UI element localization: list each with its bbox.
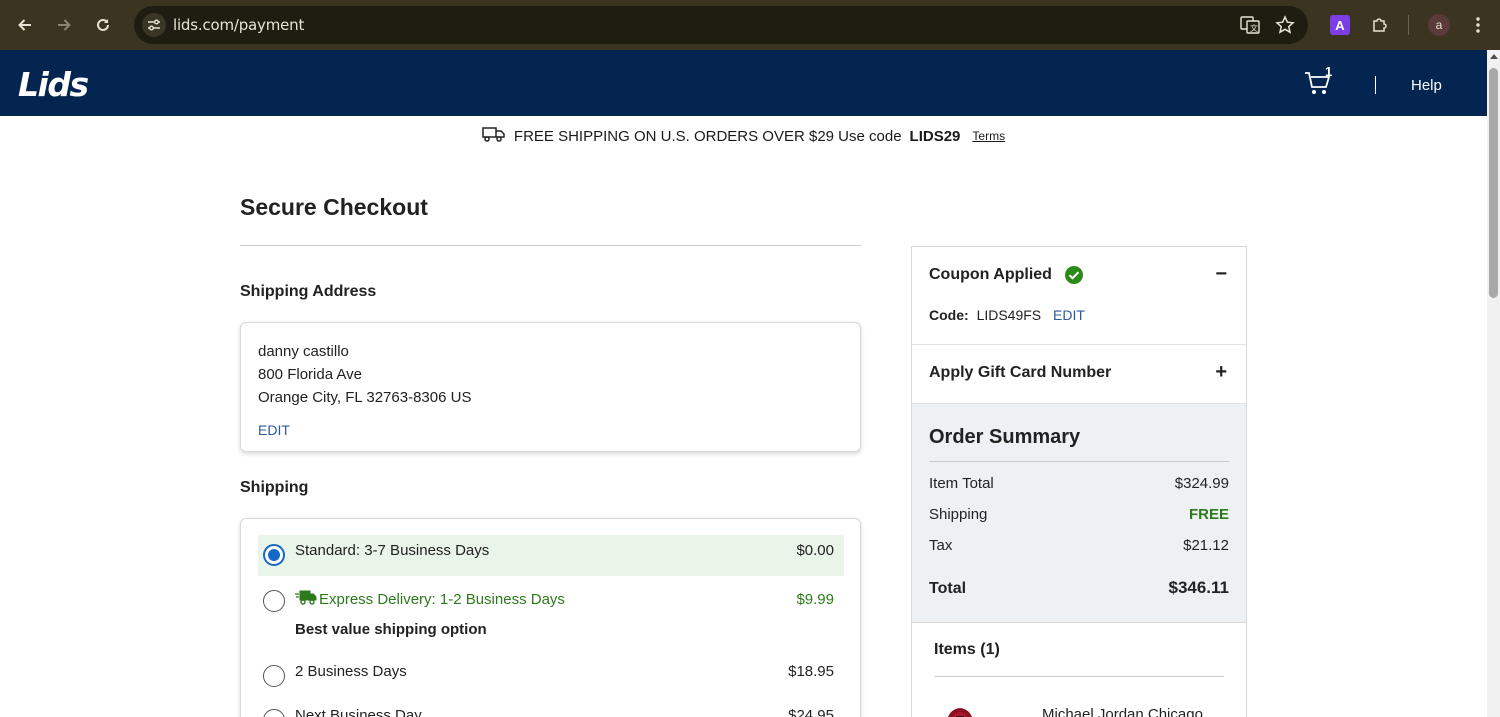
header-divider xyxy=(1375,76,1376,94)
promo-text: FREE SHIPPING ON U.S. ORDERS OVER $29 Us… xyxy=(513,127,902,145)
order-summary-title: Order Summary xyxy=(929,426,1081,448)
shipping-heading: Shipping xyxy=(240,479,309,496)
edit-coupon-link[interactable]: EDIT xyxy=(1053,307,1085,323)
product-thumbnail[interactable] xyxy=(942,705,978,717)
tax-row: Tax $21.12 xyxy=(929,537,1229,554)
collapse-coupon-button[interactable]: − xyxy=(1215,263,1227,286)
shipping-option-nextday[interactable]: Next Business Day $24.95 xyxy=(258,701,844,717)
site-settings-icon[interactable] xyxy=(142,13,166,37)
url-text[interactable]: lids.com/payment xyxy=(173,16,304,34)
best-value-note: Best value shipping option xyxy=(295,621,487,638)
item-total-row: Item Total $324.99 xyxy=(929,475,1229,492)
expand-gift-card-button[interactable]: + xyxy=(1215,361,1227,384)
page-scrollbar[interactable] xyxy=(1487,50,1500,717)
summary-divider xyxy=(929,461,1229,462)
address-name: danny castillo xyxy=(258,343,349,360)
extension-a-label: A xyxy=(1330,15,1350,35)
shipping-option-2day[interactable]: 2 Business Days $18.95 xyxy=(258,657,844,698)
profile-initial: a xyxy=(1428,14,1450,36)
page-title: Secure Checkout xyxy=(240,194,428,220)
radio-2day[interactable] xyxy=(263,665,285,687)
address-city: Orange City, FL 32763-8306 US xyxy=(258,389,472,406)
tax-label: Tax xyxy=(929,537,953,554)
bookmark-star-icon[interactable] xyxy=(1273,13,1297,37)
tax-value: $21.12 xyxy=(1183,537,1229,554)
shipping-option-label: 2 Business Days xyxy=(295,663,407,680)
translate-icon[interactable]: 文 xyxy=(1238,13,1262,37)
gift-card-heading[interactable]: Apply Gift Card Number xyxy=(929,364,1111,382)
back-icon[interactable] xyxy=(11,11,39,39)
scroll-up-icon[interactable] xyxy=(1489,54,1498,59)
shipping-option-standard[interactable]: Standard: 3-7 Business Days $0.00 xyxy=(258,535,844,576)
promo-code: LIDS29 xyxy=(909,127,961,145)
item-total-label: Item Total xyxy=(929,475,994,492)
code-label: Code: xyxy=(929,307,969,323)
cart-count-badge: 1 xyxy=(1325,64,1333,79)
shipping-option-label: Express Delivery: 1-2 Business Days xyxy=(319,591,565,608)
radio-express[interactable] xyxy=(263,590,285,612)
shipping-row: Shipping FREE xyxy=(929,506,1229,523)
extensions-puzzle-icon[interactable] xyxy=(1368,13,1392,37)
shipping-option-price: $24.95 xyxy=(788,707,834,717)
order-sidebar: Coupon Applied − Code: LIDS49FS EDIT App… xyxy=(911,246,1247,717)
item-total-value: $324.99 xyxy=(1174,475,1229,492)
shipping-option-price: $0.00 xyxy=(796,542,834,559)
coupon-applied-heading: Coupon Applied xyxy=(929,266,1052,283)
site-header: Lids 1 Help xyxy=(0,50,1487,116)
total-row: Total $346.11 xyxy=(929,578,1229,598)
coupon-code-row: Code: LIDS49FS EDIT xyxy=(929,307,1085,323)
shipping-option-price: $18.95 xyxy=(788,663,834,680)
shipping-option-label: Standard: 3-7 Business Days xyxy=(295,542,490,559)
shipping-option-express[interactable]: Express Delivery: 1-2 Business Days $9.9… xyxy=(258,584,844,644)
total-value: $346.11 xyxy=(1168,578,1229,597)
items-divider xyxy=(934,676,1224,677)
lids-logo[interactable]: Lids xyxy=(18,65,89,104)
shipping-option-label: Next Business Day xyxy=(295,707,422,717)
radio-standard[interactable] xyxy=(263,544,285,566)
help-link[interactable]: Help xyxy=(1411,77,1442,94)
truck-icon xyxy=(482,126,506,146)
toolbar-divider xyxy=(1408,15,1409,35)
promo-banner: FREE SHIPPING ON U.S. ORDERS OVER $29 Us… xyxy=(0,126,1487,146)
product-name[interactable]: Michael Jordan Chicago xyxy=(1042,706,1203,717)
forward-icon[interactable] xyxy=(50,11,78,39)
reload-icon[interactable] xyxy=(89,11,117,39)
svg-text:文: 文 xyxy=(1250,23,1258,33)
express-truck-icon xyxy=(295,589,317,610)
radio-nextday[interactable] xyxy=(263,709,285,717)
extension-a-icon[interactable]: A xyxy=(1328,13,1352,37)
scrollbar-thumb[interactable] xyxy=(1489,68,1498,298)
shipping-address-card: danny castillo 800 Florida Ave Orange Ci… xyxy=(240,322,861,452)
edit-address-link[interactable]: EDIT xyxy=(258,422,290,438)
items-heading: Items (1) xyxy=(934,641,1000,658)
profile-avatar[interactable]: a xyxy=(1427,13,1451,37)
checkmark-icon xyxy=(1065,266,1083,284)
total-label: Total xyxy=(929,580,967,597)
browser-menu-icon[interactable] xyxy=(1466,13,1490,37)
shipping-option-price: $9.99 xyxy=(796,591,834,608)
shipping-value: FREE xyxy=(1188,506,1229,523)
shipping-label: Shipping xyxy=(929,506,988,523)
shipping-address-heading: Shipping Address xyxy=(240,283,377,300)
address-bar[interactable]: lids.com/payment xyxy=(134,6,1308,44)
shipping-options-card: Standard: 3-7 Business Days $0.00 Expres… xyxy=(240,518,861,717)
browser-toolbar: lids.com/payment 文 A a xyxy=(0,0,1500,50)
code-value: LIDS49FS xyxy=(976,307,1042,323)
terms-link[interactable]: Terms xyxy=(972,129,1005,143)
sidebar-divider xyxy=(912,344,1246,345)
order-summary: Order Summary Item Total $324.99 Shippin… xyxy=(912,403,1246,623)
address-street: 800 Florida Ave xyxy=(258,366,362,383)
title-divider xyxy=(240,245,861,246)
